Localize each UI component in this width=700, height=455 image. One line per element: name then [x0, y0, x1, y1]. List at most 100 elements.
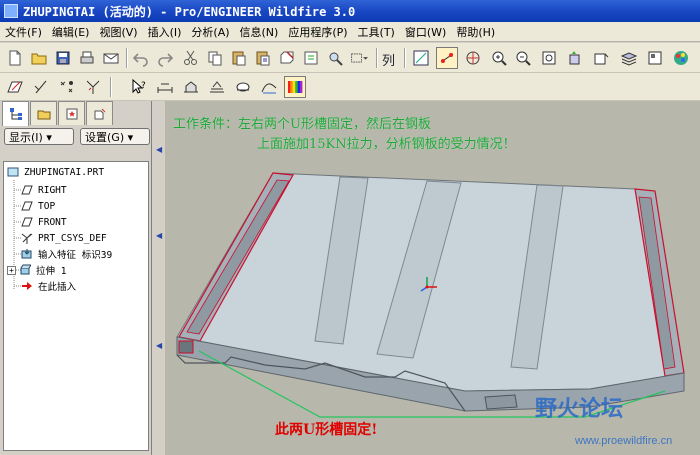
tree-label: FRONT — [38, 216, 67, 228]
saved-views-icon[interactable] — [590, 47, 612, 69]
tree-row-insert-here[interactable]: 在此插入 — [20, 278, 76, 294]
front-rib — [484, 394, 518, 410]
menu-bar: 文件(F) 编辑(E) 视图(V) 插入(I) 分析(A) 信息(N) 应用程序… — [0, 22, 700, 42]
folder-browser-tab-icon[interactable] — [30, 101, 57, 125]
datum-csys-icon[interactable] — [82, 76, 104, 98]
datum-plane-icon — [20, 200, 34, 212]
model-tree: ZHUPINGTAI.PRT RIGHT TOP FRONT PRT_CSYS_… — [3, 161, 149, 451]
panel-splitter[interactable]: ◀ ◀ ◀ — [153, 101, 165, 455]
tree-label: 输入特征 标识39 — [38, 250, 113, 261]
toolbar-separator — [376, 48, 378, 68]
color-spectrum-icon[interactable] — [284, 76, 306, 98]
save-icon[interactable] — [52, 47, 74, 69]
tree-row-csys[interactable]: PRT_CSYS_DEF — [20, 230, 107, 246]
paste-icon[interactable] — [228, 47, 250, 69]
measure-distance-icon[interactable] — [154, 76, 176, 98]
toolbar-separator — [110, 77, 112, 97]
new-file-icon[interactable] — [4, 47, 26, 69]
regenerate-icon[interactable] — [276, 47, 298, 69]
toolbar-separator — [126, 48, 128, 68]
redo-icon[interactable] — [154, 47, 176, 69]
print-icon[interactable] — [76, 47, 98, 69]
splitter-arrow-icon[interactable]: ◀ — [156, 341, 162, 350]
undo-icon[interactable] — [130, 47, 152, 69]
regen-manager-icon[interactable] — [300, 47, 322, 69]
measure-angle-icon[interactable] — [206, 76, 228, 98]
graphics-viewport[interactable]: 工作条件：左右两个U形槽固定，然后在钢板 上面施加15KN拉力，分析钢板的受力情… — [165, 101, 700, 455]
reorient-icon[interactable] — [564, 47, 586, 69]
menu-view[interactable]: 视图(V) — [94, 24, 142, 40]
tree-row-right[interactable]: RIGHT — [20, 182, 67, 198]
expand-toggle[interactable]: + — [7, 265, 16, 275]
view-manager-icon[interactable] — [644, 47, 666, 69]
splitter-arrow-icon[interactable]: ◀ — [156, 145, 162, 154]
datum-axis-icon[interactable] — [436, 47, 458, 69]
work-condition-annotation-line1: 工作条件：左右两个U形槽固定，然后在钢板 — [173, 117, 431, 132]
spin-center-icon[interactable] — [462, 47, 484, 69]
part-icon — [6, 166, 20, 178]
cut-icon[interactable] — [180, 47, 202, 69]
splitter-arrow-icon[interactable]: ◀ — [156, 231, 162, 240]
whats-this-help-icon[interactable]: ? — [128, 76, 150, 98]
datum-point-icon[interactable] — [56, 76, 78, 98]
tree-row-extrude[interactable]: + 拉伸 1 — [7, 262, 66, 278]
menu-tools[interactable]: 工具(T) — [353, 24, 400, 40]
app-icon — [4, 4, 18, 18]
navigator-tabs — [2, 101, 114, 126]
tree-row-root[interactable]: ZHUPINGTAI.PRT — [6, 164, 104, 180]
menu-analysis[interactable]: 分析(A) — [186, 24, 234, 40]
curve-analysis-icon[interactable] — [258, 76, 280, 98]
list-label[interactable]: 列 — [382, 50, 395, 69]
left-slot-section — [178, 340, 194, 354]
menu-window[interactable]: 窗口(W) — [400, 24, 451, 40]
menu-applications[interactable]: 应用程序(P) — [283, 24, 352, 40]
history-tab-icon[interactable] — [86, 101, 113, 125]
insert-here-arrow-icon — [20, 280, 34, 292]
open-folder-icon[interactable] — [28, 47, 50, 69]
navigator-panel: 显示(I) ▾ 设置(G) ▾ ZHUPINGTAI.PRT RIGHT TOP… — [0, 101, 152, 455]
datum-plane-icon — [20, 216, 34, 228]
refit-icon[interactable] — [538, 47, 560, 69]
csys-icon — [20, 232, 34, 244]
datum-axis-tool-icon[interactable] — [30, 76, 52, 98]
tree-row-top[interactable]: TOP — [20, 198, 55, 214]
forum-watermark-url: www.proewildfire.cn — [575, 435, 673, 447]
menu-info[interactable]: 信息(N) — [235, 24, 284, 40]
slot-fixed-callout: 此两U形槽固定! — [275, 422, 378, 438]
measure-area-icon[interactable] — [180, 76, 202, 98]
show-dropdown[interactable]: 显示(I) ▾ — [4, 128, 74, 145]
tree-label: 在此插入 — [38, 282, 77, 293]
model-tree-tab-icon[interactable] — [2, 101, 29, 126]
import-feature-icon — [20, 248, 34, 260]
copy-icon[interactable] — [204, 47, 226, 69]
mass-properties-icon[interactable] — [232, 76, 254, 98]
proe-window: ZHUPINGTAI (活动的) - Pro/ENGINEER Wildfire… — [0, 0, 700, 455]
menu-file[interactable]: 文件(F) — [0, 24, 47, 40]
toolbar-separator — [404, 48, 406, 68]
sketch-icon[interactable] — [4, 76, 26, 98]
email-icon[interactable] — [100, 47, 122, 69]
tree-row-front[interactable]: FRONT — [20, 214, 67, 230]
selection-box-dropdown[interactable] — [346, 47, 372, 69]
appearance-icon[interactable] — [670, 47, 692, 69]
datum-display-icon[interactable] — [410, 47, 432, 69]
title-bar: ZHUPINGTAI (活动的) - Pro/ENGINEER Wildfire… — [0, 0, 700, 22]
favorites-tab-icon[interactable] — [58, 101, 85, 125]
tree-label: TOP — [38, 200, 56, 212]
datum-plane-icon — [20, 184, 34, 196]
tree-row-import[interactable]: 输入特征 标识39 — [20, 246, 112, 262]
menu-edit[interactable]: 编辑(E) — [47, 24, 95, 40]
tree-label: ZHUPINGTAI.PRT — [24, 166, 105, 178]
window-title: ZHUPINGTAI (活动的) - Pro/ENGINEER Wildfire… — [23, 4, 356, 19]
zoom-out-icon[interactable] — [512, 47, 534, 69]
find-icon[interactable] — [324, 47, 346, 69]
extrude-icon — [18, 264, 32, 276]
paste-special-icon[interactable] — [252, 47, 274, 69]
zoom-in-icon[interactable] — [488, 47, 510, 69]
settings-dropdown[interactable]: 设置(G) ▾ — [80, 128, 150, 145]
menu-insert[interactable]: 插入(I) — [143, 24, 187, 40]
menu-help[interactable]: 帮助(H) — [451, 24, 500, 40]
toolbar-secondary: ? — [0, 73, 700, 101]
work-condition-annotation-line2: 上面施加15KN拉力，分析钢板的受力情况！ — [257, 137, 516, 152]
layers-icon[interactable] — [618, 47, 640, 69]
